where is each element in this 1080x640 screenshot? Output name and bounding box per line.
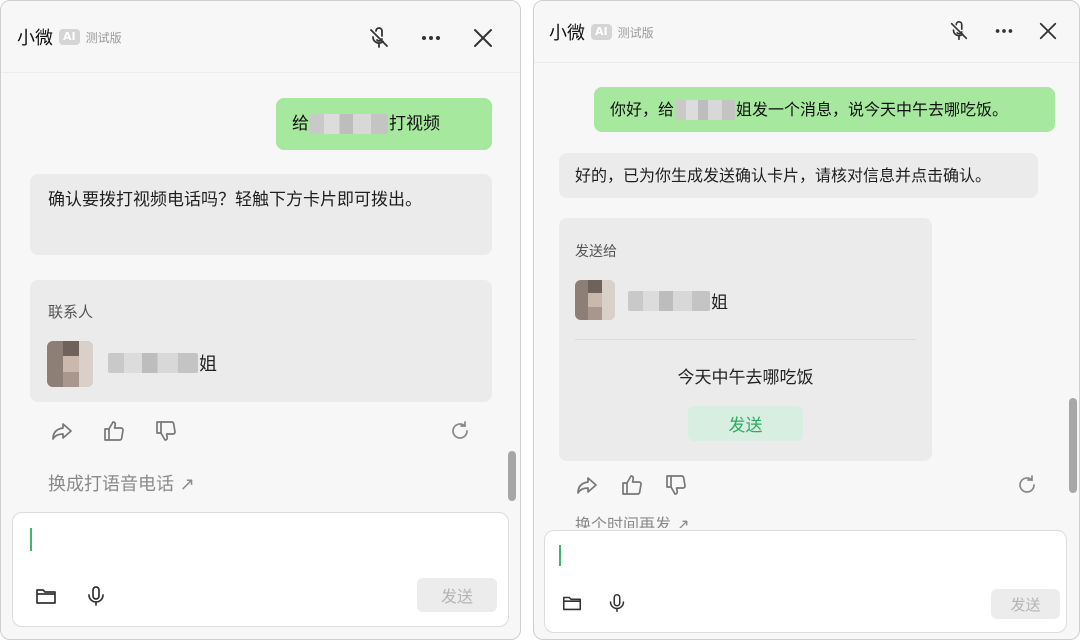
thumbs-up-icon[interactable] [618, 471, 646, 499]
switch-to-voice-call-link[interactable]: 换成打语音电话 ↗ [48, 470, 195, 496]
thumbs-down-icon[interactable] [152, 417, 180, 445]
share-icon[interactable] [573, 471, 601, 499]
redacted-name [675, 99, 736, 120]
redacted-name [310, 114, 388, 134]
contact-name-suffix: 姐 [199, 354, 217, 375]
folder-icon[interactable] [557, 588, 587, 618]
refresh-icon[interactable] [446, 417, 474, 445]
redacted-name [108, 353, 198, 373]
scrollbar-thumb[interactable] [508, 451, 516, 501]
contact-card[interactable]: 联系人 姐 [30, 280, 492, 402]
user-message-suffix: 姐发一个消息，说今天中午去哪吃饭。 [736, 100, 1009, 119]
beta-label: 测试版 [85, 30, 122, 45]
send-confirm-card: 发送给 姐 今天中午去哪吃饭 发送 [559, 218, 932, 461]
ai-badge: AI [59, 29, 80, 45]
chat-window-left: 小微 AI 测试版 给 打视频 确认要拨打视频电话吗？轻触下方卡片即可拨出。 联… [0, 0, 521, 640]
refresh-icon[interactable] [1013, 471, 1041, 499]
mute-mic-icon[interactable] [364, 23, 394, 53]
assistant-name: 小微 [549, 23, 585, 44]
send-button[interactable]: 发送 [991, 589, 1060, 619]
text-caret [559, 545, 561, 566]
close-icon[interactable] [1033, 16, 1063, 46]
redacted-name [628, 290, 710, 311]
composer: 发送 [12, 512, 509, 627]
microphone-icon[interactable] [602, 588, 632, 618]
user-message: 你好，给 姐发一个消息，说今天中午去哪吃饭。 [594, 87, 1055, 132]
folder-icon[interactable] [31, 581, 61, 611]
user-message: 给 打视频 [276, 98, 492, 150]
contact-name: 姐 [107, 350, 217, 376]
thumbs-up-icon[interactable] [100, 417, 128, 445]
beta-label: 测试版 [617, 25, 654, 40]
assistant-message: 好的，已为你生成发送确认卡片，请核对信息并点击确认。 [559, 153, 1038, 198]
composer: 发送 [544, 530, 1067, 633]
close-icon[interactable] [468, 23, 498, 53]
more-icon[interactable] [416, 23, 446, 53]
send-button[interactable]: 发送 [417, 578, 497, 612]
chat-window-right: 小微 AI 测试版 你好，给 姐发一个消息，说今天中午去哪吃饭。 好的，已为你生… [533, 0, 1080, 640]
user-message-prefix: 你好，给 [610, 100, 675, 119]
assistant-message: 确认要拨打视频电话吗？轻触下方卡片即可拨出。 [30, 174, 492, 255]
scrollbar-thumb[interactable] [1069, 398, 1077, 493]
card-divider [575, 339, 916, 340]
user-message-prefix: 给 [292, 113, 309, 134]
ai-badge: AI [591, 24, 612, 40]
thumbs-down-icon[interactable] [662, 471, 690, 499]
more-icon[interactable] [989, 16, 1019, 46]
contact-avatar [47, 341, 93, 387]
brand: 小微 AI 测试版 [17, 1, 122, 73]
microphone-icon[interactable] [81, 581, 111, 611]
card-label: 联系人 [48, 303, 94, 321]
user-message-suffix: 打视频 [389, 113, 440, 134]
brand: 小微 AI 测试版 [549, 1, 654, 63]
share-icon[interactable] [48, 417, 76, 445]
contact-avatar [575, 280, 615, 320]
header: 小微 AI 测试版 [534, 1, 1079, 63]
reschedule-link[interactable]: 换个时间再发 ↗ [575, 514, 690, 528]
header: 小微 AI 测试版 [1, 1, 520, 73]
mute-mic-icon[interactable] [944, 16, 974, 46]
message-preview: 今天中午去哪吃饭 [677, 368, 814, 388]
card-label: 发送给 [575, 244, 617, 260]
confirm-send-button[interactable]: 发送 [688, 406, 803, 441]
text-caret [30, 528, 32, 551]
contact-name: 姐 [627, 288, 728, 313]
contact-name-suffix: 姐 [711, 293, 728, 313]
assistant-name: 小微 [17, 28, 53, 49]
